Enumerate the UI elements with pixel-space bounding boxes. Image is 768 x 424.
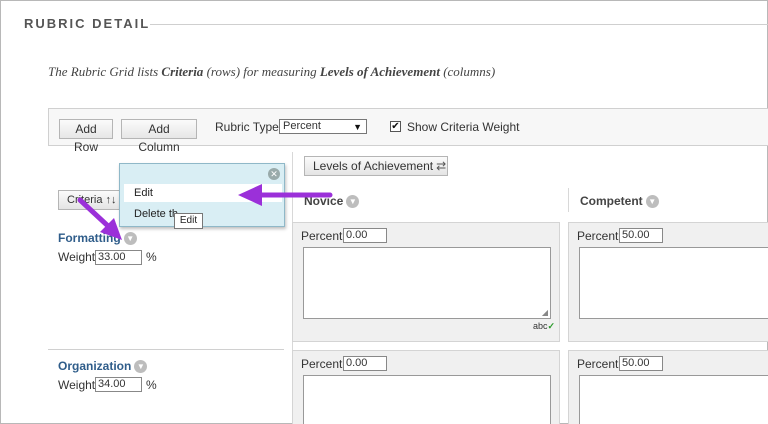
annotation-arrow-chevron	[77, 197, 122, 240]
annotation-arrows	[77, 184, 333, 240]
annotation-arrow-edit	[238, 184, 333, 206]
